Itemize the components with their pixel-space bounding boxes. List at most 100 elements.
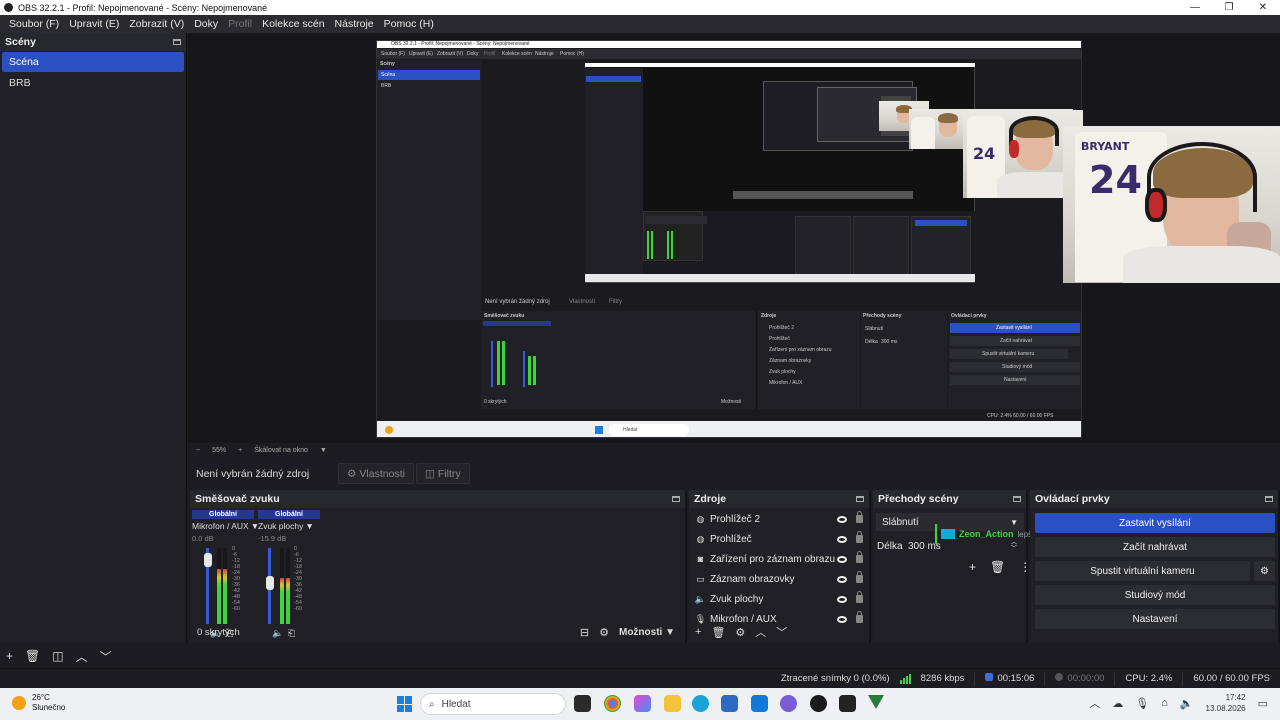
edge-icon[interactable] [692,695,709,712]
source-item[interactable]: ◍ Prohlížeč [695,529,863,549]
trash-icon[interactable]: 🗑 [990,560,1005,574]
clock[interactable]: 17:42 13.08.2026 [1206,692,1246,714]
nvidia-icon[interactable] [868,695,884,709]
spin-arrows-icon[interactable]: ︿ ﹀ [1011,540,1017,552]
nested-window-title: OBS 32.2.1 - Profil: Nepojmenované - Scé… [391,41,530,47]
cloud-icon[interactable]: ☁ [1112,697,1123,710]
source-item[interactable]: ◍ Prohlížeč 2 [695,509,863,529]
properties-button[interactable]: ⚙ Vlastnosti [338,463,414,484]
task-view-icon[interactable] [574,695,591,712]
lock-icon[interactable] [856,511,863,523]
chevron-up-icon[interactable]: ︿ [755,624,766,640]
scale-mode[interactable]: Škálovat na okno [254,447,308,454]
eye-icon[interactable] [837,535,847,543]
trash-icon[interactable]: 🗑 [711,626,725,639]
virtual-camera-settings-icon[interactable]: ⚙ [1254,561,1275,581]
advanced-audio-icon[interactable]: ⚙ [599,626,609,639]
gear-icon: ⚙ [347,467,357,480]
trash-icon[interactable]: 🗑 [25,649,40,663]
studio-mode-button[interactable]: Studiový mód [1035,585,1275,605]
chevron-down-icon[interactable]: ﹀ [776,624,787,640]
chevron-down-icon[interactable]: ﹀ [100,648,112,665]
filters-button[interactable]: ◫ Filtry [415,463,470,484]
eye-icon[interactable] [837,595,847,603]
channel-name[interactable]: Zvuk plochy ▼ [258,521,320,531]
nested-source-2: Prohlížeč [769,336,790,342]
zoom-in-button[interactable]: + [238,447,242,454]
add-icon[interactable]: + [969,560,976,574]
lock-icon[interactable] [856,551,863,563]
add-scene-icon[interactable]: + [6,649,13,663]
undock-icon[interactable] [1265,496,1273,502]
capcut-icon[interactable] [839,695,856,712]
menu-docks[interactable]: Doky [189,18,223,30]
eye-icon[interactable] [837,575,847,583]
store-icon[interactable] [721,695,738,712]
duration-spinbox[interactable]: 300 ms ︿ ﹀ [903,537,1023,555]
windows-start-icon[interactable] [397,696,413,712]
nested-control-4: Studiový mód [1002,364,1033,370]
level-meter [286,548,290,624]
nested-menu-docks: Doky [467,51,479,57]
source-item[interactable]: ▭ Záznam obrazovky [695,569,863,589]
file-explorer-icon[interactable] [664,695,681,712]
eye-icon[interactable] [837,555,847,563]
source-item[interactable]: ◙ Zařízení pro záznam obrazu [695,549,863,569]
add-icon[interactable]: + [695,626,701,638]
discord-icon[interactable] [780,695,797,712]
chrome-icon[interactable] [604,695,621,712]
network-icon[interactable]: ⌂ [1161,697,1168,709]
stop-streaming-button[interactable]: Zastavit vysílání [1035,513,1275,533]
layout-icon[interactable]: ⊟ [580,626,589,639]
close-icon[interactable]: ✕ [1246,2,1280,13]
signal-bars-icon [899,673,911,684]
filter-icon[interactable]: ◫ [52,649,63,663]
taskbar-search[interactable]: ⌕ Hledat [420,693,566,715]
lock-icon[interactable] [856,531,863,543]
restore-icon[interactable]: ❐ [1212,2,1246,13]
undock-icon[interactable] [173,39,181,45]
chevron-down-icon[interactable]: ▼ [320,447,327,454]
menu-scene-collection[interactable]: Kolekce scén [257,18,329,30]
nested-menu-file: Soubor (F) [381,51,405,57]
volume-icon[interactable]: 🔈 [1180,697,1194,710]
microphone-icon[interactable]: 🎙 [1135,697,1149,710]
nested-control-5: Nastavení [1004,377,1027,383]
undock-icon[interactable] [672,496,680,502]
outlook-icon[interactable] [751,695,768,712]
scenes-title: Scény [5,36,36,48]
start-recording-button[interactable]: Začít nahrávat [1035,537,1275,557]
menu-profile[interactable]: Profil [223,18,257,30]
zoom-out-button[interactable]: − [196,447,200,454]
channel-name[interactable]: Mikrofon / AUX ▼ [192,521,259,531]
chevron-up-icon[interactable]: ︿ [1089,695,1100,711]
copilot-icon[interactable] [634,695,651,712]
lock-icon[interactable] [856,591,863,603]
menu-tools[interactable]: Nástroje [330,18,379,30]
eye-icon[interactable] [837,515,847,523]
clock-time: 17:42 [1225,693,1246,702]
menu-help[interactable]: Pomoc (H) [379,18,439,30]
chevron-up-icon[interactable]: ︿ [76,648,88,665]
start-virtual-camera-button[interactable]: Spustit virtuální kameru [1035,561,1250,581]
options-button[interactable]: Možnosti ▼ [619,627,685,638]
menu-edit[interactable]: Upravit (E) [64,18,124,30]
menu-file[interactable]: Soubor (F) [4,18,64,30]
source-item[interactable]: 🔈 Zvuk plochy [695,589,863,609]
undock-icon[interactable] [1013,496,1021,502]
volume-slider-knob[interactable] [266,575,274,590]
lock-icon[interactable] [856,571,863,583]
settings-button[interactable]: Nastavení [1035,609,1275,629]
volume-slider-knob[interactable] [204,552,212,567]
globe-icon: ◍ [696,513,705,524]
undock-icon[interactable] [856,496,864,502]
scene-item-brb[interactable]: BRB [2,73,184,93]
scene-item-scena[interactable]: Scéna [2,52,184,72]
search-icon: ⌕ [429,698,435,710]
obs-icon[interactable] [810,695,827,712]
menu-view[interactable]: Zobrazit (V) [124,18,189,30]
weather-widget[interactable]: 26°C Slunečno [12,693,65,713]
notifications-icon[interactable]: ▭ [1258,697,1268,710]
minimize-icon[interactable]: — [1178,2,1212,13]
gear-icon[interactable]: ⚙ [735,626,745,639]
